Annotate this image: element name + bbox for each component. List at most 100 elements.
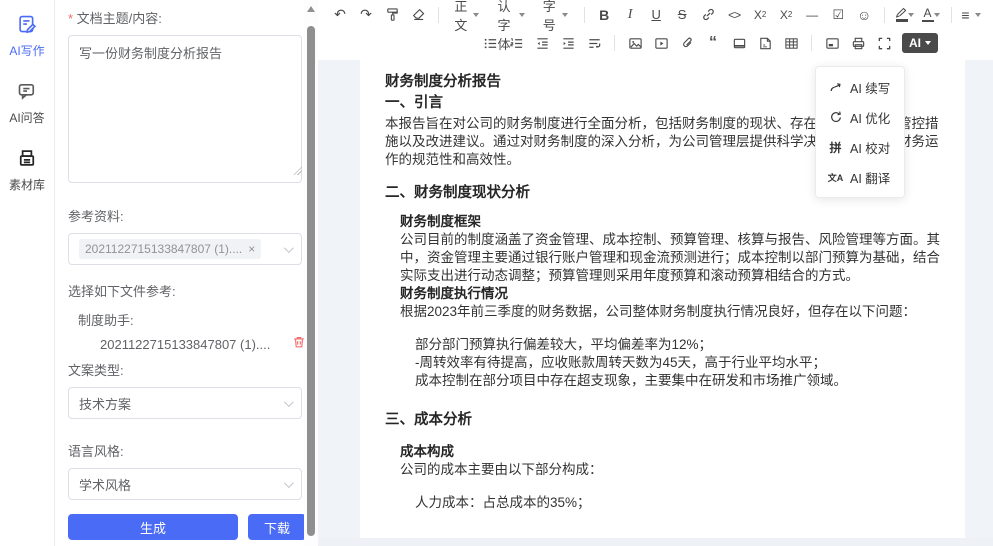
file-group-label: 制度助手: bbox=[78, 310, 306, 329]
insert-image-icon[interactable] bbox=[623, 31, 647, 55]
format-painter-icon[interactable] bbox=[380, 3, 404, 27]
font-color-icon[interactable]: A bbox=[919, 3, 943, 27]
insert-video-icon[interactable] bbox=[649, 31, 673, 55]
caret-icon bbox=[925, 41, 931, 45]
writing-form-panel: 文档主题/内容: 写一份财务制度分析报告 参考资料: 2021122715133… bbox=[56, 0, 318, 546]
superscript-icon[interactable]: X2 bbox=[774, 3, 798, 27]
doc-list-item: 人力成本：占总成本的35%； bbox=[415, 494, 940, 512]
sidebar-item-label: AI写作 bbox=[9, 42, 44, 59]
tag-close-icon[interactable]: × bbox=[248, 242, 255, 256]
ordered-list-icon[interactable] bbox=[504, 31, 528, 55]
caret-icon bbox=[562, 13, 568, 17]
inline-code-icon[interactable]: <> bbox=[722, 3, 746, 27]
caret-icon bbox=[934, 13, 940, 17]
toolbar-divider bbox=[811, 35, 812, 51]
style-value: 学术风格 bbox=[79, 475, 131, 494]
doc-list-item: 部分部门预算执行偏差较大，平均偏差率为12%； bbox=[415, 336, 940, 354]
file-row: 2021122715133847807 (1).... bbox=[68, 335, 306, 354]
editor-bottom-strip bbox=[318, 538, 993, 546]
menu-item-ai-proofread[interactable]: 拼 AI 校对 bbox=[816, 132, 904, 162]
reference-select[interactable]: 2021122715133847807 (1).... × bbox=[68, 233, 302, 265]
ai-dropdown-menu: AI 续写 AI 优化 拼 AI 校对 文A AI 翻译 bbox=[815, 66, 905, 198]
toolbar-divider bbox=[614, 35, 615, 51]
embed-icon[interactable] bbox=[820, 31, 844, 55]
scroll-up-arrow-icon[interactable] bbox=[307, 6, 315, 12]
link-icon[interactable] bbox=[696, 3, 720, 27]
caret-icon bbox=[908, 13, 914, 17]
app-window: AI写作 AI问答 素材库 文档主题/ bbox=[0, 0, 993, 546]
caret-icon bbox=[975, 13, 981, 17]
undo-icon[interactable]: ↶ bbox=[328, 3, 352, 27]
doc-list-item: -周转效率有待提高，应收账款周转天数为45天，高于行业平均水平； bbox=[415, 354, 940, 372]
chevron-down-icon bbox=[284, 243, 294, 253]
chevron-down-icon bbox=[284, 478, 294, 488]
reference-tag: 2021122715133847807 (1).... × bbox=[79, 239, 261, 259]
menu-item-ai-translate[interactable]: 文A AI 翻译 bbox=[816, 162, 904, 192]
font-size-select[interactable]: 字号 bbox=[535, 3, 576, 27]
code-block-icon[interactable] bbox=[753, 31, 777, 55]
sidebar-item-library[interactable]: 素材库 bbox=[9, 148, 45, 193]
text-wrap-icon[interactable] bbox=[582, 31, 606, 55]
horizontal-rule-icon[interactable]: — bbox=[800, 3, 824, 27]
topic-label: 文档主题/内容: bbox=[68, 8, 306, 27]
translate-icon: 文A bbox=[828, 171, 843, 184]
align-icon[interactable]: ≡ bbox=[959, 3, 983, 27]
caret-icon bbox=[473, 13, 479, 17]
bullet-list-icon[interactable] bbox=[478, 31, 502, 55]
chevron-down-icon bbox=[284, 397, 294, 407]
italic-button[interactable]: I bbox=[618, 3, 642, 27]
copy-type-label: 文案类型: bbox=[68, 360, 306, 379]
sidebar-item-label: 素材库 bbox=[9, 176, 45, 193]
sidebar-item-label: AI问答 bbox=[9, 109, 44, 126]
menu-item-label: AI 续写 bbox=[850, 78, 890, 97]
caret-icon bbox=[519, 13, 525, 17]
highlight-pen-icon[interactable] bbox=[893, 3, 917, 27]
underline-button[interactable]: U bbox=[644, 3, 668, 27]
outdent-icon[interactable] bbox=[530, 31, 554, 55]
menu-item-ai-continue[interactable]: AI 续写 bbox=[816, 72, 904, 102]
ai-menu-button[interactable]: AI bbox=[902, 33, 938, 53]
copy-type-value: 技术方案 bbox=[79, 394, 131, 413]
library-icon bbox=[17, 148, 37, 173]
icon-sidebar: AI写作 AI问答 素材库 bbox=[0, 0, 55, 546]
indent-icon[interactable] bbox=[556, 31, 580, 55]
ai-qa-icon bbox=[17, 81, 37, 106]
eraser-icon[interactable] bbox=[406, 3, 430, 27]
strikethrough-button[interactable]: S bbox=[670, 3, 694, 27]
scrollbar-thumb[interactable] bbox=[307, 26, 315, 536]
task-checkbox-icon[interactable]: ☑ bbox=[826, 3, 850, 27]
divider-block-icon[interactable] bbox=[727, 31, 751, 55]
file-name: 2021122715133847807 (1).... bbox=[100, 337, 270, 352]
font-family-select[interactable]: 默认字体 bbox=[489, 3, 532, 27]
topic-input[interactable]: 写一份财务制度分析报告 bbox=[68, 35, 302, 183]
bold-button[interactable]: B bbox=[592, 3, 616, 27]
doc-paragraph: 根据2023年前三季度的财务数据，公司整体财务制度执行情况良好，但存在以下问题： bbox=[400, 303, 940, 321]
file-section-label: 选择如下文件参考: bbox=[68, 281, 306, 300]
ai-writing-icon bbox=[17, 14, 37, 39]
menu-item-label: AI 翻译 bbox=[850, 168, 890, 187]
redo-icon[interactable]: ↷ bbox=[354, 3, 378, 27]
panel-scrollbar[interactable] bbox=[304, 0, 318, 546]
form-actions: 生成 下载 bbox=[68, 514, 306, 540]
sidebar-item-ai-writing[interactable]: AI写作 bbox=[9, 14, 44, 59]
style-select[interactable]: 学术风格 bbox=[68, 468, 302, 500]
sidebar-item-ai-qa[interactable]: AI问答 bbox=[9, 81, 44, 126]
doc-heading: 三、成本分析 bbox=[385, 411, 940, 429]
blockquote-icon[interactable]: “ bbox=[701, 31, 725, 55]
emoji-icon[interactable]: ☺ bbox=[852, 3, 876, 27]
paragraph-style-select[interactable]: 正文 bbox=[446, 3, 487, 27]
menu-item-ai-optimize[interactable]: AI 优化 bbox=[816, 102, 904, 132]
subscript-icon[interactable]: X2 bbox=[748, 3, 772, 27]
copy-type-select[interactable]: 技术方案 bbox=[68, 387, 302, 419]
table-icon[interactable] bbox=[779, 31, 803, 55]
generate-button[interactable]: 生成 bbox=[68, 514, 238, 540]
download-button[interactable]: 下载 bbox=[248, 514, 306, 540]
attachment-icon[interactable] bbox=[675, 31, 699, 55]
print-icon[interactable] bbox=[846, 31, 870, 55]
doc-paragraph: 公司的成本主要由以下部分构成： bbox=[400, 461, 940, 479]
continue-icon bbox=[828, 80, 843, 94]
doc-subheading: 财务制度框架 bbox=[400, 213, 940, 231]
menu-item-label: AI 优化 bbox=[850, 108, 890, 127]
style-label: 语言风格: bbox=[68, 441, 306, 460]
fullscreen-icon[interactable] bbox=[872, 31, 896, 55]
